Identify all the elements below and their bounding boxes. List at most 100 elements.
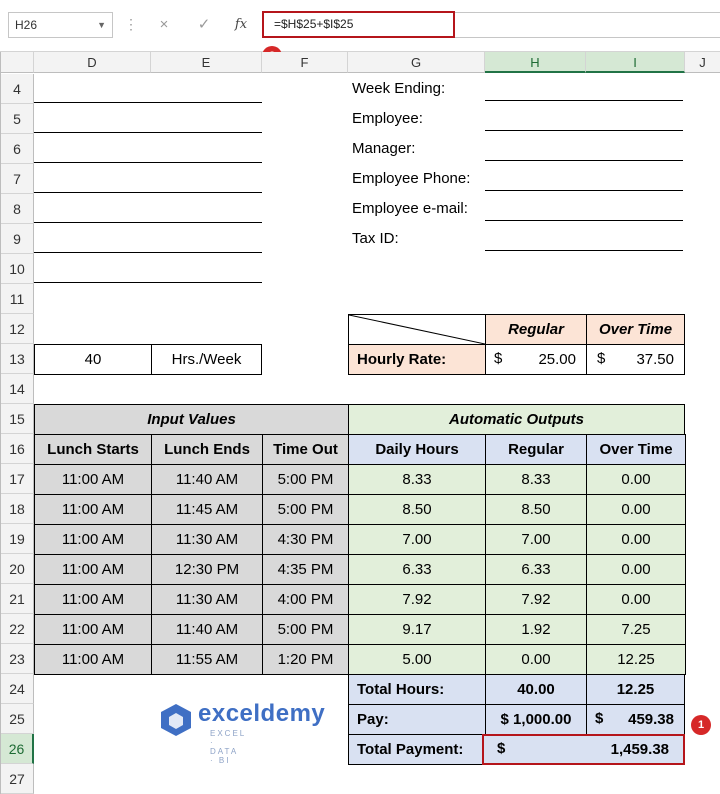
row-header-4[interactable]: 4 [1,74,34,104]
info-input-line[interactable] [485,220,683,221]
total-hours-overtime[interactable]: 12.25 [586,674,685,705]
table-cell[interactable]: 11:00 AM [34,554,152,585]
table-cell[interactable]: 0.00 [586,524,686,555]
entry-line-row-9[interactable] [34,252,262,253]
info-input-line[interactable] [485,130,683,131]
row-header-10[interactable]: 10 [1,254,34,284]
column-header-g[interactable]: G [348,52,485,73]
row-header-23[interactable]: 23 [1,644,34,674]
total-payment-cell[interactable]: 1,459.38 [482,734,685,765]
enter-icon[interactable]: ✓ [191,12,217,38]
table-cell[interactable]: 1.92 [485,614,587,645]
table-cell[interactable]: 12:30 PM [151,554,263,585]
row-header-11[interactable]: 11 [1,284,34,314]
table-cell[interactable]: 11:40 AM [151,614,263,645]
entry-line-row-4[interactable] [34,102,262,103]
entry-line-row-8[interactable] [34,222,262,223]
row-header-26[interactable]: 26 [1,734,34,764]
row-header-15[interactable]: 15 [1,404,34,434]
chevron-down-icon[interactable]: ▼ [97,13,106,37]
table-cell[interactable]: 7.00 [348,524,486,555]
row-header-27[interactable]: 27 [1,764,34,794]
table-cell[interactable]: 7.92 [485,584,587,615]
table-cell[interactable]: 7.92 [348,584,486,615]
table-cell[interactable]: 5:00 PM [262,494,349,525]
table-cell[interactable]: 4:30 PM [262,524,349,555]
table-cell[interactable]: 8.50 [348,494,486,525]
entry-line-row-5[interactable] [34,132,262,133]
column-header-f[interactable]: F [262,52,348,73]
column-header-d[interactable]: D [34,52,151,73]
info-input-line[interactable] [485,100,683,101]
entry-line-row-7[interactable] [34,192,262,193]
column-header-e[interactable]: E [151,52,262,73]
row-header-14[interactable]: 14 [1,374,34,404]
row-header-17[interactable]: 17 [1,464,34,494]
row-header-21[interactable]: 21 [1,584,34,614]
row-header-13[interactable]: 13 [1,344,34,374]
table-cell[interactable]: 4:00 PM [262,584,349,615]
row-header-8[interactable]: 8 [1,194,34,224]
table-cell[interactable]: 0.00 [586,494,686,525]
table-cell[interactable]: 0.00 [485,644,587,675]
table-cell[interactable]: 6.33 [485,554,587,585]
name-box[interactable]: H26 ▼ [8,12,113,38]
table-cell[interactable]: 8.33 [348,464,486,495]
row-header-12[interactable]: 12 [1,314,34,344]
row-header-16[interactable]: 16 [1,434,34,464]
formula-input[interactable]: =$H$25+$I$25 [262,11,455,38]
row-header-6[interactable]: 6 [1,134,34,164]
row-header-20[interactable]: 20 [1,554,34,584]
table-cell[interactable]: 0.00 [586,554,686,585]
select-all-corner[interactable] [1,52,34,73]
table-cell[interactable]: 7.00 [485,524,587,555]
table-cell[interactable]: 11:45 AM [151,494,263,525]
table-cell[interactable]: 8.50 [485,494,587,525]
row-header-9[interactable]: 9 [1,224,34,254]
table-cell[interactable]: 1:20 PM [262,644,349,675]
table-cell[interactable]: 11:55 AM [151,644,263,675]
entry-line-row-6[interactable] [34,162,262,163]
row-header-22[interactable]: 22 [1,614,34,644]
info-input-line[interactable] [485,190,683,191]
total-hours-regular[interactable]: 40.00 [485,674,587,705]
table-cell[interactable]: 11:00 AM [34,644,152,675]
cancel-icon[interactable]: × [151,12,177,38]
pay-regular[interactable]: $ 1,000.00 [485,704,587,735]
table-cell[interactable]: 11:00 AM [34,584,152,615]
table-cell[interactable]: 5.00 [348,644,486,675]
row-header-7[interactable]: 7 [1,164,34,194]
column-header-i[interactable]: I [586,52,685,73]
info-input-line[interactable] [485,160,683,161]
table-cell[interactable]: 12.25 [586,644,686,675]
row-header-24[interactable]: 24 [1,674,34,704]
table-cell[interactable]: 5:00 PM [262,614,349,645]
table-cell[interactable]: 0.00 [586,584,686,615]
row-header-19[interactable]: 19 [1,524,34,554]
info-input-line[interactable] [485,250,683,251]
table-cell[interactable]: 0.00 [586,464,686,495]
table-cell[interactable]: 8.33 [485,464,587,495]
entry-line-row-10[interactable] [34,282,262,283]
table-cell[interactable]: 11:30 AM [151,584,263,615]
column-header-j[interactable]: J [685,52,720,73]
table-cell[interactable]: 11:00 AM [34,614,152,645]
row-header-18[interactable]: 18 [1,494,34,524]
table-cell[interactable]: 4:35 PM [262,554,349,585]
row-header-25[interactable]: 25 [1,704,34,734]
hours-per-week-value[interactable]: 40 [34,344,152,375]
insert-function-icon[interactable]: fx [228,12,254,38]
table-cell[interactable]: 11:00 AM [34,464,152,495]
table-cell[interactable]: 5:00 PM [262,464,349,495]
table-cell[interactable]: 6.33 [348,554,486,585]
column-header-h[interactable]: H [485,52,586,73]
formula-input-extension[interactable] [455,12,720,38]
table-cell[interactable]: 11:00 AM [34,524,152,555]
table-cell[interactable]: 11:30 AM [151,524,263,555]
row-header-5[interactable]: 5 [1,104,34,134]
table-cell[interactable]: 7.25 [586,614,686,645]
table-cell[interactable]: 9.17 [348,614,486,645]
more-options-icon[interactable]: ⋮ [124,14,138,34]
table-cell[interactable]: 11:00 AM [34,494,152,525]
table-cell[interactable]: 11:40 AM [151,464,263,495]
